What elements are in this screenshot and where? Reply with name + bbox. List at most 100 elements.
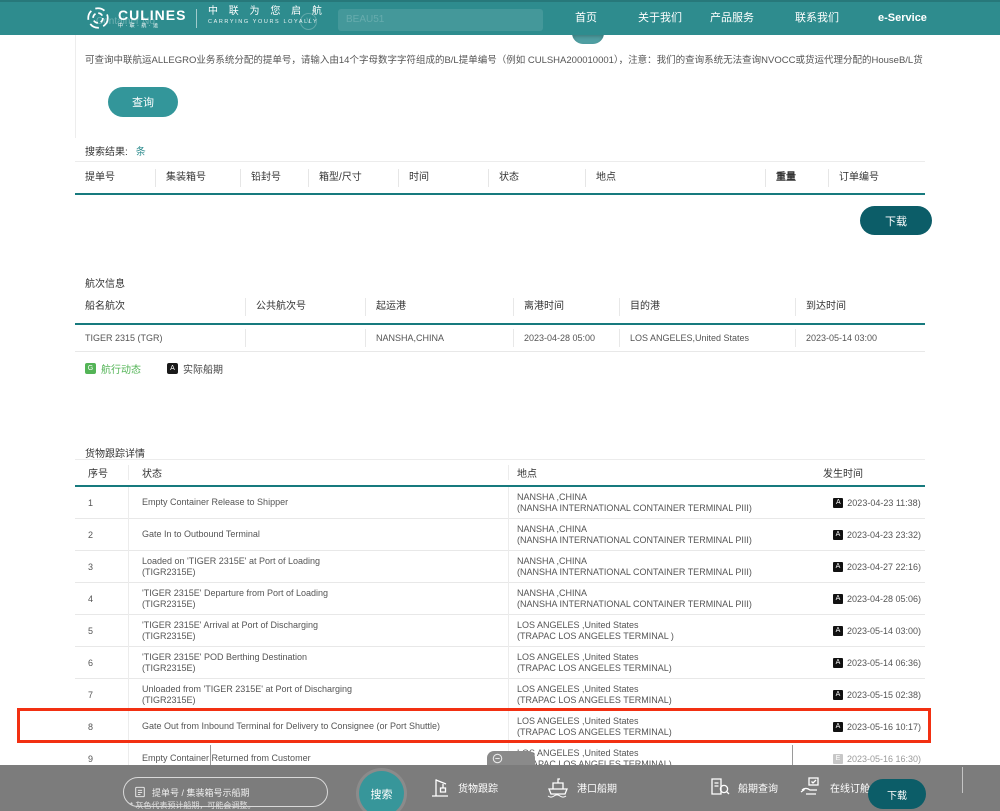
col-event-location: 地点 bbox=[508, 465, 823, 480]
schedule-type-icon: A bbox=[833, 498, 843, 508]
nav-contact[interactable]: 联系我们 bbox=[795, 2, 839, 35]
pol-value: NANSHA,CHINA bbox=[365, 329, 513, 347]
nav-about[interactable]: 关于我们 bbox=[638, 2, 682, 35]
row-seq: 5 bbox=[88, 626, 128, 636]
row-seq: 1 bbox=[88, 498, 128, 508]
actual-schedule-icon: A bbox=[167, 363, 178, 374]
common-voyage-no-value bbox=[245, 329, 365, 347]
row-seq: 7 bbox=[88, 690, 128, 700]
nav-home[interactable]: 首页 bbox=[575, 2, 597, 35]
col-seq: 序号 bbox=[75, 465, 128, 480]
header-divider bbox=[196, 9, 197, 28]
event-location: LOS ANGELES ,United States bbox=[517, 652, 823, 663]
tracking-section-title: 货物跟踪详情 bbox=[85, 445, 145, 460]
event-location-line2: (NANSHA INTERNATIONAL CONTAINER TERMINAL… bbox=[517, 503, 823, 514]
tool-schedule-search[interactable]: 船期查询 bbox=[708, 775, 778, 799]
event-location: NANSHA ,CHINA bbox=[517, 588, 823, 599]
event-location: NANSHA ,CHINA bbox=[517, 524, 823, 535]
col-time: 时间 bbox=[398, 169, 488, 187]
event-time: 2023-05-14 03:00) bbox=[847, 626, 921, 636]
event-location: LOS ANGELES ,United States bbox=[517, 748, 823, 759]
schedule-search-icon bbox=[708, 775, 732, 799]
tracking-row: 5 'TIGER 2315E' Arrival at Port of Disch… bbox=[75, 615, 925, 647]
event-location-line2: (TRAPAC LOS ANGELES TERMINAL) bbox=[517, 695, 823, 706]
tracking-table-header: 序号 状态 地点 发生时间 bbox=[75, 459, 925, 487]
event-status-line2: (TIGR2315E) bbox=[142, 567, 508, 578]
results-count-unit[interactable]: 条 bbox=[136, 147, 146, 158]
event-time: 2023-04-27 22:16) bbox=[847, 562, 921, 572]
voyage-table: 船名航次 公共航次号 起运港 离港时间 目的港 到达时间 TIGER 2315 … bbox=[75, 291, 925, 352]
toolbar-divider bbox=[962, 767, 963, 793]
slogan-cn: 中 联 为 您 启 航 bbox=[208, 7, 326, 17]
col-pol: 起运港 bbox=[365, 298, 513, 316]
tracking-row: 7 Unloaded from 'TIGER 2315E' at Port of… bbox=[75, 679, 925, 711]
col-event-status: 状态 bbox=[128, 465, 508, 480]
col-location: 地点 bbox=[585, 169, 765, 187]
event-location-line2: (NANSHA INTERNATIONAL CONTAINER TERMINAL… bbox=[517, 599, 823, 610]
row-seq: 3 bbox=[88, 562, 128, 572]
event-time: 2023-05-16 10:17) bbox=[847, 722, 921, 732]
tool-cargo-tracking[interactable]: 货物跟踪 bbox=[428, 775, 498, 799]
event-location-line2: (TRAPAC LOS ANGELES TERMINAL) bbox=[517, 663, 823, 674]
search-instructions: 可查询中联航运ALLEGRO业务系统分配的提单号，请输入由14个字母数字字符组成… bbox=[85, 52, 923, 66]
schedule-type-icon: A bbox=[833, 562, 843, 572]
ghost-search-input: BEAU51 bbox=[338, 9, 543, 31]
col-order-no: 订单编号 bbox=[828, 169, 925, 187]
event-location: LOS ANGELES ,United States bbox=[517, 716, 823, 727]
event-location-line2: (TRAPAC LOS ANGELES TERMINAL) bbox=[517, 727, 823, 738]
voyage-section-title: 航次信息 bbox=[85, 275, 125, 290]
pod-value: LOS ANGELES,United States bbox=[619, 329, 795, 347]
event-status: Empty Container Release to Shipper bbox=[142, 497, 508, 508]
event-time: 2023-04-28 05:06) bbox=[847, 594, 921, 604]
tool-cargo-tracking-label: 货物跟踪 bbox=[458, 780, 498, 795]
event-location-line2: (NANSHA INTERNATIONAL CONTAINER TERMINAL… bbox=[517, 567, 823, 578]
event-status-line2: (TIGR2315E) bbox=[142, 631, 508, 642]
event-location: NANSHA ,CHINA bbox=[517, 492, 823, 503]
results-label-text: 搜索结果: bbox=[85, 147, 128, 158]
divider-line bbox=[792, 745, 793, 765]
schedule-type-icon: A bbox=[833, 530, 843, 540]
col-status: 状态 bbox=[488, 169, 585, 187]
nav-eservice[interactable]: e-Service bbox=[878, 2, 927, 35]
tool-port-schedule-label: 港口船期 bbox=[577, 780, 617, 795]
content-left-edge bbox=[75, 35, 76, 138]
tracking-row: 8 Gate Out from Inbound Terminal for Del… bbox=[75, 711, 925, 743]
legend-sailing-status[interactable]: G 航行动态 bbox=[85, 361, 141, 376]
sailing-status-icon: G bbox=[85, 363, 96, 374]
event-status: Empty Container Returned from Customer bbox=[142, 753, 508, 764]
brand-name: CULINES bbox=[118, 8, 186, 22]
col-vessel-voyage: 船名航次 bbox=[75, 298, 245, 316]
estimated-schedule-note: * 灰色代表预计船期，可能会调整。 bbox=[130, 800, 255, 811]
nav-products[interactable]: 产品服务 bbox=[710, 2, 754, 35]
tool-port-schedule[interactable]: 港口船期 bbox=[545, 775, 617, 799]
booking-icon bbox=[798, 775, 824, 799]
event-status: Unloaded from 'TIGER 2315E' at Port of D… bbox=[142, 684, 508, 695]
row-seq: 2 bbox=[88, 530, 128, 540]
crane-icon bbox=[428, 775, 452, 799]
tracking-row: 3 Loaded on 'TIGER 2315E' at Port of Loa… bbox=[75, 551, 925, 583]
event-time: 2023-04-23 11:38) bbox=[847, 498, 920, 508]
row-seq: 9 bbox=[88, 754, 128, 764]
row-seq: 8 bbox=[88, 722, 128, 732]
logo[interactable]: CULINES 中·联·航·运 bbox=[85, 5, 186, 31]
col-container-no: 集装箱号 bbox=[155, 169, 240, 187]
event-status: 'TIGER 2315E' POD Berthing Destination bbox=[142, 652, 508, 663]
quick-search-button[interactable]: 搜索 bbox=[359, 771, 404, 811]
event-location: LOS ANGELES ,United States bbox=[517, 684, 823, 695]
col-event-time: 发生时间 bbox=[823, 465, 925, 480]
query-button[interactable]: 查询 bbox=[108, 87, 178, 117]
event-status-line2: (TIGR2315E) bbox=[142, 695, 508, 706]
results-table-header: 提单号 集装箱号 铅封号 箱型/尺寸 时间 状态 地点 重量 订单编号 bbox=[75, 161, 925, 195]
tool-schedule-search-label: 船期查询 bbox=[738, 780, 778, 795]
col-type-size: 箱型/尺寸 bbox=[308, 169, 398, 187]
tool-online-booking[interactable]: 在线订舱 bbox=[798, 775, 870, 799]
event-location: NANSHA ,CHINA bbox=[517, 556, 823, 567]
toolbar-collapse-tab[interactable] bbox=[487, 751, 535, 765]
download-button[interactable]: 下载 bbox=[860, 206, 932, 235]
top-header: Container No. ∨ BEAU51 CULINES 中·联·航·运 中… bbox=[0, 0, 1000, 35]
bottom-toolbar: 提单号 / 集装箱号示船期 * 灰色代表预计船期，可能会调整。 搜索 货物跟踪 … bbox=[0, 765, 1000, 811]
legend-sailing-label: 航行动态 bbox=[101, 361, 141, 376]
row-seq: 4 bbox=[88, 594, 128, 604]
download-button-bottom[interactable]: 下载 bbox=[868, 779, 926, 809]
quick-search-placeholder: 提单号 / 集装箱号示船期 bbox=[152, 786, 250, 799]
